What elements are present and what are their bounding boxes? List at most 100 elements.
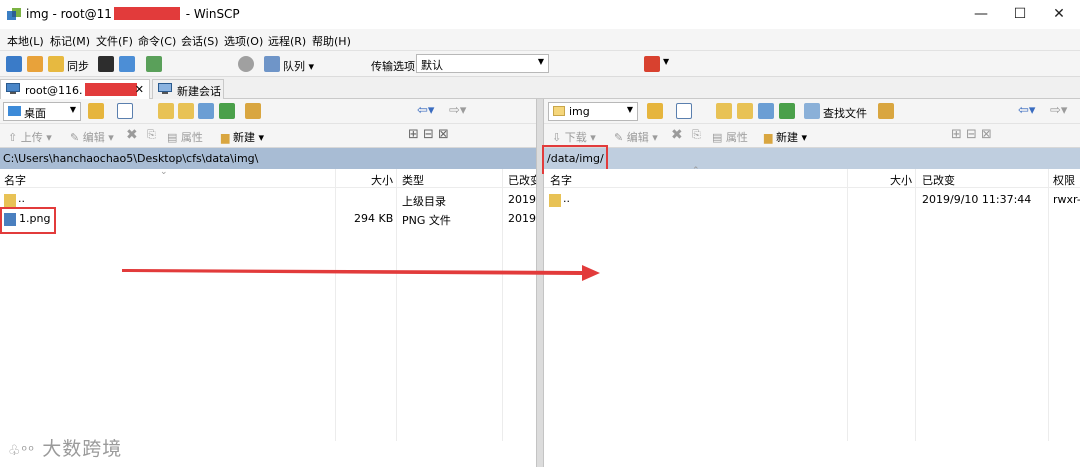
properties-button[interactable]: ▤ 属性 bbox=[712, 129, 748, 145]
window-title: img - root@11 - WinSCP bbox=[26, 7, 240, 21]
queue-button[interactable]: 队列 ▾ bbox=[283, 58, 314, 74]
open-folder-icon[interactable] bbox=[647, 103, 663, 119]
parent-dir-icon[interactable] bbox=[158, 103, 174, 119]
menu-file[interactable]: 文件(F) bbox=[96, 33, 133, 49]
select-all-icon[interactable]: ⊞ ⊟ ⊠ bbox=[951, 127, 992, 142]
back-icon[interactable]: ⇦▾ bbox=[1018, 103, 1035, 118]
new-button[interactable]: ▆ 新建 ▾ bbox=[764, 129, 807, 145]
local-location-select[interactable]: 桌面 ▼ bbox=[3, 102, 81, 121]
col-rights[interactable]: 权限 bbox=[1053, 172, 1075, 188]
title-bar: img - root@11 - WinSCP — ☐ ✕ bbox=[0, 0, 1080, 29]
redaction-mark bbox=[113, 7, 180, 20]
site-manager-icon[interactable] bbox=[146, 56, 162, 72]
watermark: ♧ᵒᵒ 大数跨境 bbox=[8, 438, 123, 460]
disconnect-icon[interactable] bbox=[644, 56, 660, 72]
refresh-icon[interactable] bbox=[219, 103, 235, 119]
col-name[interactable]: 名字 bbox=[4, 172, 26, 188]
chevron-down-icon: ▼ bbox=[626, 105, 633, 114]
parent-folder-icon bbox=[4, 194, 16, 207]
back-icon[interactable]: ⇦▾ bbox=[417, 103, 434, 118]
tree-icon[interactable] bbox=[245, 103, 261, 119]
open-folder-icon[interactable] bbox=[88, 103, 104, 119]
chevron-down-icon: ▼ bbox=[69, 105, 76, 114]
sync-icon[interactable] bbox=[48, 56, 64, 72]
menu-command[interactable]: 命令(C) bbox=[138, 33, 176, 49]
parent-dir-icon[interactable] bbox=[716, 103, 732, 119]
terminal-icon[interactable] bbox=[98, 56, 114, 72]
list-item[interactable]: 1.png 294 KB PNG 文件 2019/ bbox=[0, 211, 540, 229]
remote-panel: img ▼ 查找文件 ⇦▾ ⇨▾ ⇩ 下载 ▾ ✎ 编辑 ▾ ✖ ⎘ ▤ 属性 ▆… bbox=[542, 99, 1080, 467]
tab-new-session[interactable]: 新建会话 bbox=[152, 79, 224, 99]
chevron-down-icon: ▼ bbox=[537, 57, 544, 66]
refresh-icon[interactable] bbox=[779, 103, 795, 119]
minimize-button[interactable]: — bbox=[970, 4, 992, 24]
redaction-mark bbox=[84, 83, 137, 96]
putty-icon[interactable] bbox=[119, 56, 135, 72]
queue-icon[interactable] bbox=[264, 56, 280, 72]
col-size[interactable]: 大小 bbox=[371, 172, 393, 188]
sync-button[interactable]: 同步 bbox=[67, 58, 89, 74]
watermark-logo-icon: ♧ᵒᵒ bbox=[8, 443, 36, 459]
root-dir-icon[interactable] bbox=[178, 103, 194, 119]
filter-icon[interactable] bbox=[676, 103, 692, 119]
edit-button[interactable]: ✎ 编辑 ▾ bbox=[70, 129, 114, 145]
menu-mark[interactable]: 标记(M) bbox=[50, 33, 90, 49]
menu-local[interactable]: 本地(L) bbox=[7, 33, 44, 49]
add-panel-icon[interactable] bbox=[6, 56, 22, 72]
find-files-icon[interactable] bbox=[804, 103, 820, 119]
properties-button[interactable]: ▤ 属性 bbox=[167, 129, 203, 145]
close-button[interactable]: ✕ bbox=[1048, 4, 1070, 24]
filter-icon[interactable] bbox=[117, 103, 133, 119]
remote-path-bar[interactable]: /data/img/ bbox=[544, 148, 1080, 169]
col-modified[interactable]: 已改变 bbox=[922, 172, 955, 188]
chevron-down-icon[interactable]: ▼ bbox=[663, 57, 669, 66]
remote-location-select[interactable]: img ▼ bbox=[548, 102, 638, 121]
delete-icon[interactable]: ✖ bbox=[671, 127, 683, 143]
edit-button[interactable]: ✎ 编辑 ▾ bbox=[614, 129, 658, 145]
desktop-icon bbox=[8, 106, 21, 116]
session-tabs: root@116. ✕ 新建会话 bbox=[0, 77, 1080, 99]
local-file-toolbar: ⇧ 上传 ▾ ✎ 编辑 ▾ ✖ ⎘ ▤ 属性 ▆ 新建 ▾ ⊞ ⊟ ⊠ bbox=[0, 124, 536, 148]
forward-icon[interactable]: ⇨▾ bbox=[1050, 103, 1067, 118]
select-all-icon[interactable]: ⊞ ⊟ ⊠ bbox=[408, 127, 449, 142]
root-dir-icon[interactable] bbox=[737, 103, 753, 119]
col-type[interactable]: 类型 bbox=[402, 172, 424, 188]
rename-icon[interactable]: ⎘ bbox=[147, 128, 156, 142]
rename-icon[interactable]: ⎘ bbox=[692, 128, 701, 142]
home-icon[interactable] bbox=[758, 103, 774, 119]
local-path-bar[interactable]: C:\Users\hanchaochao5\Desktop\cfs\data\i… bbox=[0, 148, 536, 169]
find-files-button[interactable]: 查找文件 bbox=[823, 105, 867, 121]
col-size[interactable]: 大小 bbox=[890, 172, 912, 188]
sort-chevron-icon: ⌄ bbox=[160, 167, 168, 177]
remote-list-header: 名字 ⌃ 大小 已改变 权限 bbox=[544, 166, 1080, 188]
home-icon[interactable] bbox=[198, 103, 214, 119]
transfer-options-select[interactable]: 默认 ▼ bbox=[416, 54, 549, 73]
sort-chevron-icon: ⌃ bbox=[692, 166, 700, 176]
maximize-button[interactable]: ☐ bbox=[1009, 4, 1031, 24]
col-name[interactable]: 名字 bbox=[550, 172, 572, 188]
download-button[interactable]: ⇩ 下载 ▾ bbox=[552, 129, 596, 145]
menu-bar: 本地(L) 标记(M) 文件(F) 命令(C) 会话(S) 选项(O) 远程(R… bbox=[0, 29, 1080, 51]
parent-folder-icon bbox=[549, 194, 561, 207]
remote-nav-toolbar: img ▼ 查找文件 ⇦▾ ⇨▾ bbox=[544, 99, 1080, 124]
upload-button[interactable]: ⇧ 上传 ▾ bbox=[8, 129, 52, 145]
tab-close-button[interactable]: ✕ bbox=[135, 83, 144, 96]
menu-help[interactable]: 帮助(H) bbox=[312, 33, 351, 49]
list-item[interactable]: .. 2019/9/10 11:37:44 rwxr- bbox=[544, 192, 1080, 210]
highlight-box bbox=[0, 207, 56, 234]
menu-session[interactable]: 会话(S) bbox=[181, 33, 219, 49]
transfer-options-label: 传输选项 bbox=[371, 60, 415, 73]
list-item[interactable]: .. 上级目录 2019/ bbox=[0, 192, 540, 210]
forward-icon[interactable]: ⇨▾ bbox=[449, 103, 466, 118]
tab-session[interactable]: root@116. ✕ bbox=[0, 79, 150, 99]
gear-icon[interactable] bbox=[238, 56, 254, 72]
compare-icon[interactable] bbox=[27, 56, 43, 72]
menu-options[interactable]: 选项(O) bbox=[224, 33, 263, 49]
tree-icon[interactable] bbox=[878, 103, 894, 119]
remote-file-toolbar: ⇩ 下载 ▾ ✎ 编辑 ▾ ✖ ⎘ ▤ 属性 ▆ 新建 ▾ ⊞ ⊟ ⊠ bbox=[544, 124, 1080, 148]
local-panel: 桌面 ▼ ⇦▾ ⇨▾ ⇧ 上传 ▾ ✎ 编辑 ▾ ✖ ⎘ ▤ 属性 ▆ 新建 ▾ … bbox=[0, 99, 541, 467]
new-button[interactable]: ▆ 新建 ▾ bbox=[221, 129, 264, 145]
delete-icon[interactable]: ✖ bbox=[126, 127, 138, 143]
local-list-header: 名字 ⌄ 大小 类型 已改变 bbox=[0, 167, 541, 188]
menu-remote[interactable]: 远程(R) bbox=[268, 33, 306, 49]
